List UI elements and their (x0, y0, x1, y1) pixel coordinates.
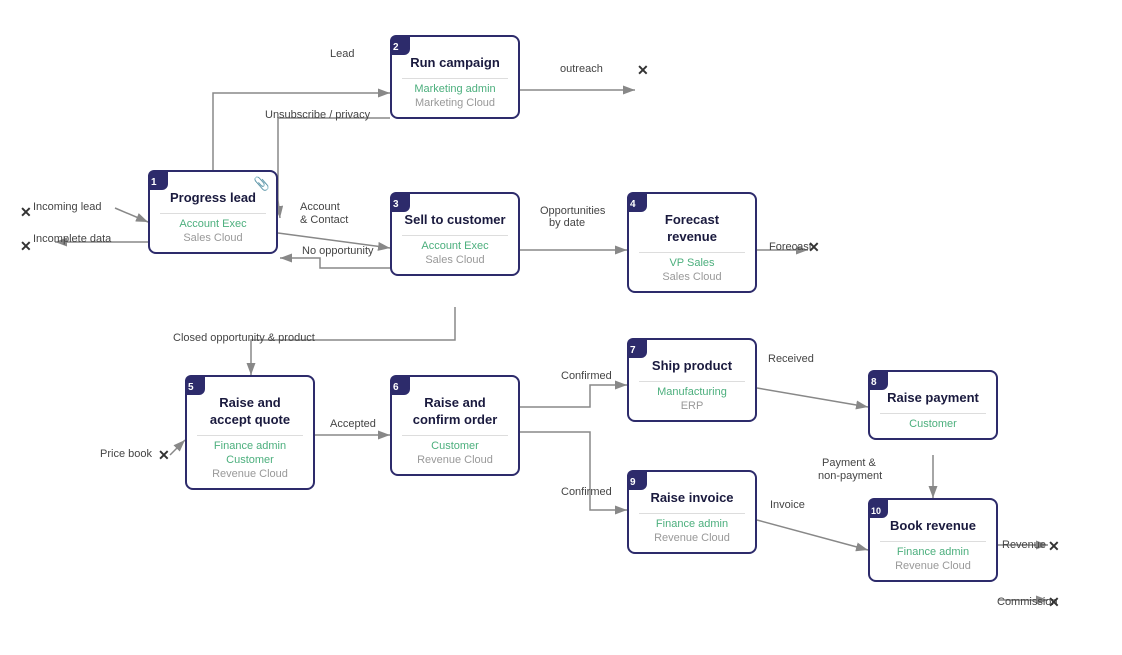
node-1-tag-2: Sales Cloud (160, 232, 266, 244)
node-10-title: Book revenue (880, 518, 986, 535)
label-nonpayment: non-payment (818, 470, 882, 482)
label-nooppty: No opportunity (302, 245, 374, 257)
node-7-title: Ship product (639, 358, 745, 375)
node-10-tag-2: Revenue Cloud (880, 560, 986, 572)
label-confirmed2: Confirmed (561, 486, 612, 498)
node-6-tag-1: Customer (402, 440, 508, 452)
diagram-container: 1 📎 Progress lead Account Exec Sales Clo… (0, 0, 1122, 655)
node-10-tag-1: Finance admin (880, 546, 986, 558)
node-3[interactable]: 3 Sell to customer Account Exec Sales Cl… (390, 192, 520, 276)
node-6[interactable]: 6 Raise and confirm order Customer Reven… (390, 375, 520, 476)
node-5-tag-2: Customer (197, 454, 303, 466)
node-9-tag-1: Finance admin (639, 518, 745, 530)
clip-icon: 📎 (254, 176, 270, 192)
node-1[interactable]: 1 📎 Progress lead Account Exec Sales Clo… (148, 170, 278, 254)
x-forecast: ✕ (808, 239, 820, 256)
label-forecast: Forecast (769, 241, 812, 253)
label-oppty: Opportunities (540, 205, 605, 217)
label-payment: Payment & (822, 457, 876, 469)
node-4-title: Forecast revenue (639, 212, 745, 246)
node-2-tag-1: Marketing admin (402, 83, 508, 95)
node-9-tag-2: Revenue Cloud (639, 532, 745, 544)
x-incoming: ✕ (20, 204, 32, 221)
label-confirmed1: Confirmed (561, 370, 612, 382)
label-pricebook: Price book (100, 448, 152, 460)
node-7-tag-1: Manufacturing (639, 386, 745, 398)
x-outreach: ✕ (637, 62, 649, 79)
node-10-badge: 10 (868, 498, 888, 518)
node-8-tag-1: Customer (880, 418, 986, 430)
node-4-badge: 4 (627, 192, 647, 212)
node-9[interactable]: 9 Raise invoice Finance admin Revenue Cl… (627, 470, 757, 554)
node-5-badge: 5 (185, 375, 205, 395)
node-2-badge: 2 (390, 35, 410, 55)
x-incomplete: ✕ (20, 238, 32, 255)
label-unsub: Unsubscribe / privacy (265, 109, 370, 121)
x-commission: ✕ (1048, 594, 1060, 611)
node-8-badge: 8 (868, 370, 888, 390)
node-2-tag-2: Marketing Cloud (402, 97, 508, 109)
node-2[interactable]: 2 Run campaign Marketing admin Marketing… (390, 35, 520, 119)
x-revenue: ✕ (1048, 538, 1060, 555)
node-9-title: Raise invoice (639, 490, 745, 507)
node-3-title: Sell to customer (402, 212, 508, 229)
node-9-badge: 9 (627, 470, 647, 490)
x-pricebook: ✕ (158, 447, 170, 464)
label-lead: Lead (330, 48, 354, 60)
label-closed: Closed opportunity & product (173, 332, 315, 344)
node-5-tag-3: Revenue Cloud (197, 468, 303, 480)
node-1-title: Progress lead (160, 190, 266, 207)
node-3-tag-1: Account Exec (402, 240, 508, 252)
node-1-tag-1: Account Exec (160, 218, 266, 230)
node-7[interactable]: 7 Ship product Manufacturing ERP (627, 338, 757, 422)
label-incoming: Incoming lead (33, 201, 102, 213)
label-outreach: outreach (560, 63, 603, 75)
node-7-badge: 7 (627, 338, 647, 358)
node-4-tag-2: Sales Cloud (639, 271, 745, 283)
node-3-badge: 3 (390, 192, 410, 212)
node-6-tag-2: Revenue Cloud (402, 454, 508, 466)
label-bydate: by date (549, 217, 585, 229)
label-revenue: Revenue (1002, 539, 1046, 551)
label-incomplete: Incomplete data (33, 233, 111, 245)
node-6-title: Raise and confirm order (402, 395, 508, 429)
node-5-tag-1: Finance admin (197, 440, 303, 452)
node-7-tag-2: ERP (639, 400, 745, 412)
node-4[interactable]: 4 Forecast revenue VP Sales Sales Cloud (627, 192, 757, 293)
node-8-title: Raise payment (880, 390, 986, 407)
node-3-tag-2: Sales Cloud (402, 254, 508, 266)
node-5[interactable]: 5 Raise and accept quote Finance admin C… (185, 375, 315, 490)
label-account: Account (300, 201, 340, 213)
node-5-title: Raise and accept quote (197, 395, 303, 429)
node-10[interactable]: 10 Book revenue Finance admin Revenue Cl… (868, 498, 998, 582)
node-2-title: Run campaign (402, 55, 508, 72)
label-contact: & Contact (300, 214, 348, 226)
label-accepted: Accepted (330, 418, 376, 430)
label-invoice: Invoice (770, 499, 805, 511)
label-received: Received (768, 353, 814, 365)
node-4-tag-1: VP Sales (639, 257, 745, 269)
node-6-badge: 6 (390, 375, 410, 395)
node-1-badge: 1 (148, 170, 168, 190)
node-8[interactable]: 8 Raise payment Customer (868, 370, 998, 440)
